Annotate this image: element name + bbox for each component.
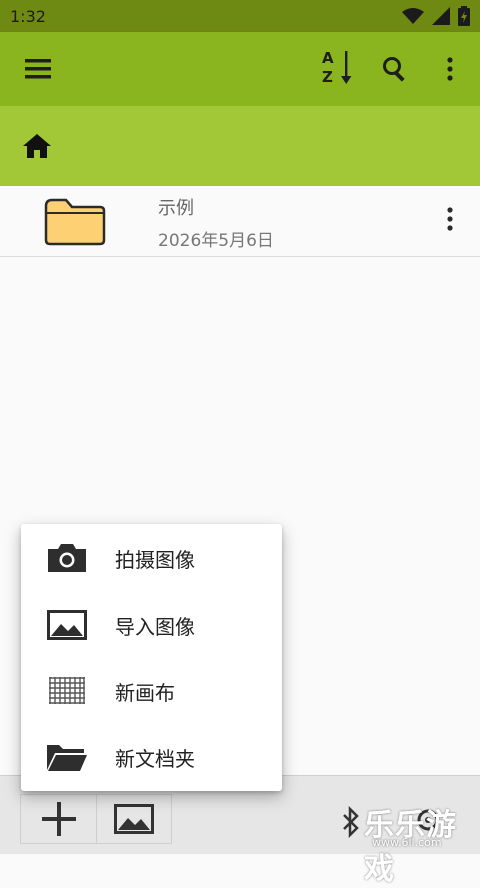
search-button[interactable] bbox=[378, 32, 412, 106]
sort-label-a: A bbox=[322, 49, 334, 67]
camera-icon bbox=[45, 540, 89, 576]
menu-item-label: 新画布 bbox=[115, 680, 175, 705]
watermark-url: www.6ll.com bbox=[372, 836, 442, 849]
battery-icon bbox=[458, 6, 470, 26]
menu-item-import-image[interactable]: 导入图像 bbox=[21, 592, 282, 658]
menu-button[interactable] bbox=[18, 32, 58, 106]
app-toolbar: A Z bbox=[0, 32, 480, 106]
sort-az-icon: A Z bbox=[320, 49, 354, 87]
status-bar: 1:32 bbox=[0, 0, 480, 32]
grid-canvas-icon bbox=[45, 673, 89, 709]
wifi-icon bbox=[402, 8, 424, 24]
menu-item-label: 导入图像 bbox=[115, 614, 195, 639]
menu-item-new-folder[interactable]: 新文档夹 bbox=[21, 724, 282, 790]
add-popup-menu: 拍摄图像 导入图像 新画布 新文档夹 bbox=[21, 524, 282, 791]
signal-icon bbox=[432, 7, 450, 25]
folder-icon bbox=[44, 198, 106, 250]
menu-item-new-canvas[interactable]: 新画布 bbox=[21, 658, 282, 724]
image-icon bbox=[114, 804, 154, 834]
sort-label-z: Z bbox=[322, 68, 333, 86]
bluetooth-icon bbox=[343, 806, 359, 838]
search-icon bbox=[383, 57, 405, 82]
file-list-item[interactable]: 示例 2026年5月6日 bbox=[0, 186, 480, 257]
menu-item-label: 拍摄图像 bbox=[115, 547, 195, 572]
system-icons bbox=[402, 6, 470, 26]
home-button[interactable] bbox=[22, 133, 52, 161]
sort-button[interactable]: A Z bbox=[316, 32, 358, 106]
status-time: 1:32 bbox=[10, 6, 46, 26]
bluetooth-button[interactable] bbox=[338, 798, 364, 846]
file-date: 2026年5月6日 bbox=[158, 231, 274, 251]
gallery-button[interactable] bbox=[96, 794, 172, 844]
more-options-button[interactable] bbox=[436, 32, 464, 106]
plus-icon bbox=[42, 802, 76, 836]
path-bar bbox=[0, 106, 480, 186]
menu-icon bbox=[25, 59, 51, 79]
folder-open-icon bbox=[45, 739, 89, 775]
menu-item-take-photo[interactable]: 拍摄图像 bbox=[21, 525, 282, 591]
add-button[interactable] bbox=[20, 794, 97, 844]
menu-item-label: 新文档夹 bbox=[115, 746, 195, 771]
home-icon bbox=[23, 134, 51, 158]
file-more-button[interactable] bbox=[436, 204, 464, 234]
more-vert-icon bbox=[447, 57, 453, 81]
more-vert-icon bbox=[447, 207, 453, 231]
image-icon bbox=[45, 607, 89, 643]
file-name: 示例 bbox=[158, 198, 194, 219]
